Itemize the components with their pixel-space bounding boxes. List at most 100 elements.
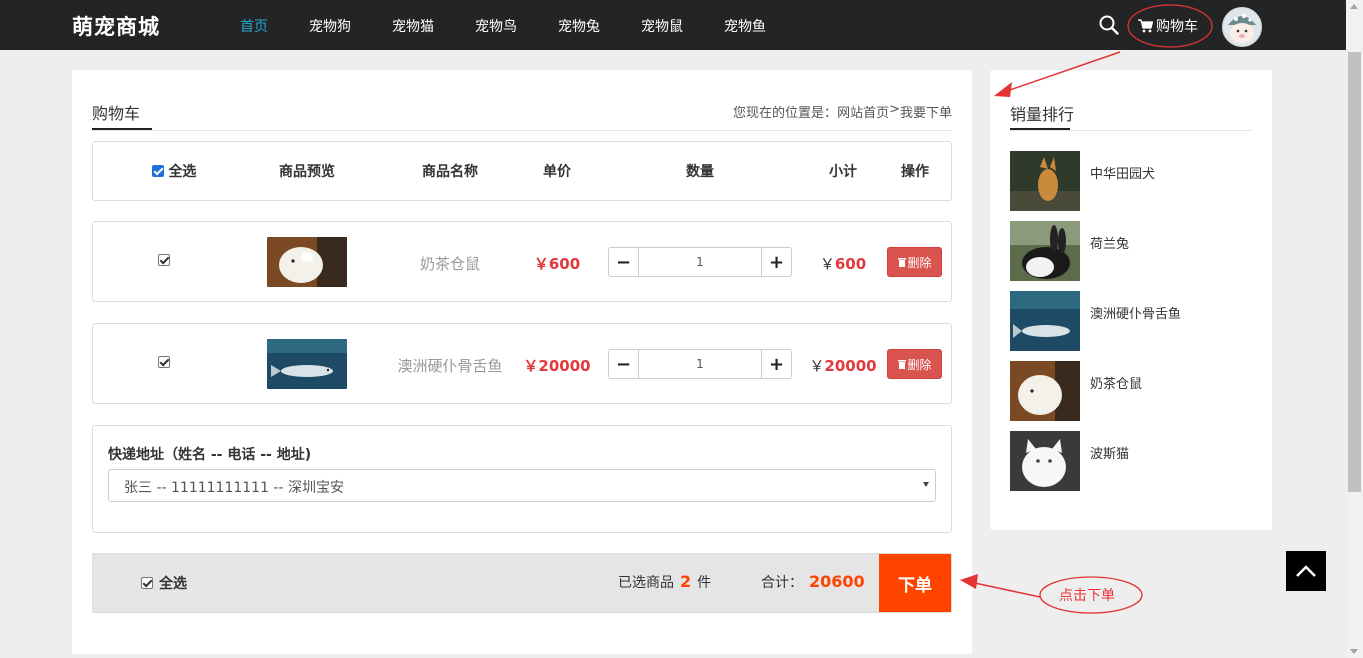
hamster-image <box>1010 361 1080 421</box>
unit-price: ￥600 <box>533 255 581 273</box>
scroll-up-arrow-icon[interactable] <box>1350 4 1358 9</box>
qty-plus-button[interactable]: + <box>761 349 792 379</box>
delete-button[interactable]: 删除 <box>887 247 942 277</box>
selected-prefix: 已选商品 <box>618 575 674 591</box>
breadcrumb-home[interactable]: 网站首页 <box>837 102 889 121</box>
top-navbar: 萌宠商城 首页 宠物狗 宠物猫 宠物鸟 宠物兔 宠物鼠 宠物鱼 购物车 <box>0 0 1363 50</box>
subtotal-value: 600 <box>834 255 867 273</box>
title-divider <box>1010 130 1252 131</box>
footer-select-all-checkbox[interactable] <box>141 577 153 589</box>
breadcrumb: 您现在的位置是： 网站首页 > 我要下单 <box>733 102 952 121</box>
ranking-item[interactable]: 荷兰兔 <box>1010 221 1250 281</box>
qty-plus-button[interactable]: + <box>761 247 792 277</box>
address-selected-value: 张三 -- 11111111111 -- 深圳宝安 <box>124 480 344 496</box>
selected-count: 已选商品 2 件 <box>618 572 711 592</box>
main-nav: 首页 宠物狗 宠物猫 宠物鸟 宠物兔 宠物鼠 宠物鱼 <box>240 16 807 36</box>
scroll-down-arrow-icon[interactable] <box>1350 649 1358 654</box>
ranking-item-name: 荷兰兔 <box>1090 237 1130 252</box>
address-section: 快递地址（姓名 -- 电话 -- 地址) 张三 -- 11111111111 -… <box>92 425 952 533</box>
address-select[interactable]: 张三 -- 11111111111 -- 深圳宝安 <box>108 469 936 502</box>
selected-count-value: 2 <box>680 572 692 591</box>
search-icon[interactable] <box>1098 14 1120 36</box>
total-label: 合计： <box>761 575 803 591</box>
selected-unit: 件 <box>697 575 712 591</box>
cart-table-header: 全选 商品预览 商品名称 单价 数量 小计 操作 <box>92 141 952 201</box>
delete-button[interactable]: 删除 <box>887 349 942 379</box>
ranking-item[interactable]: 澳洲硬仆骨舌鱼 <box>1010 291 1250 351</box>
dog-image <box>1010 151 1080 211</box>
header-qty: 数量 <box>686 164 714 180</box>
header-subtotal: 小计 <box>829 164 857 180</box>
qty-minus-button[interactable]: − <box>608 349 639 379</box>
page-scrollbar[interactable] <box>1346 0 1363 658</box>
total-value: 20600 <box>809 572 865 591</box>
delete-label: 删除 <box>907 357 932 372</box>
address-label: 快递地址（姓名 -- 电话 -- 地址) <box>108 447 312 463</box>
cart-label: 购物车 <box>1156 19 1198 35</box>
order-total: 合计： 20600 <box>761 572 865 592</box>
ranking-item-name: 波斯猫 <box>1090 447 1130 462</box>
nav-rabbits[interactable]: 宠物兔 <box>558 16 600 36</box>
sales-ranking-title: 销量排行 <box>1010 105 1075 124</box>
qty-minus-button[interactable]: − <box>608 247 639 277</box>
trash-icon <box>898 258 907 267</box>
rabbit-image <box>1010 221 1080 281</box>
currency-sign: ￥ <box>819 255 835 273</box>
header-name: 商品名称 <box>422 164 478 180</box>
qty-input[interactable] <box>639 247 761 277</box>
nav-cats[interactable]: 宠物猫 <box>392 16 434 36</box>
breadcrumb-separator: > <box>889 102 900 117</box>
scroll-thumb[interactable] <box>1348 52 1361 492</box>
site-logo[interactable]: 萌宠商城 <box>72 11 160 41</box>
cart-title: 购物车 <box>92 104 141 123</box>
title-divider <box>92 130 952 131</box>
row-subtotal: ￥20000 <box>803 355 883 376</box>
arowana-fish-image[interactable] <box>267 339 347 389</box>
cart-icon <box>1138 19 1153 33</box>
product-name[interactable]: 澳洲硬仆骨舌鱼 <box>390 355 510 376</box>
qty-input[interactable] <box>639 349 761 379</box>
quantity-stepper: − + <box>608 247 792 277</box>
back-to-top-button[interactable] <box>1286 551 1326 591</box>
row-checkbox[interactable] <box>157 253 171 269</box>
checkout-bar: 全选 已选商品 2 件 合计： 20600 下单 <box>92 553 952 613</box>
ranking-item[interactable]: 奶茶仓鼠 <box>1010 361 1250 421</box>
nav-dogs[interactable]: 宠物狗 <box>309 16 351 36</box>
footer-select-all[interactable]: 全选 <box>141 573 187 593</box>
nav-birds[interactable]: 宠物鸟 <box>475 16 517 36</box>
user-avatar[interactable] <box>1222 7 1262 47</box>
product-name[interactable]: 奶茶仓鼠 <box>390 253 510 274</box>
annotation-arrow-to-order <box>969 581 1041 598</box>
ranking-item-name: 奶茶仓鼠 <box>1090 377 1143 392</box>
hamster-image[interactable] <box>267 237 347 287</box>
persian-cat-image <box>1010 431 1080 491</box>
ranking-item-name: 中华田园犬 <box>1090 167 1156 182</box>
ranking-item[interactable]: 波斯猫 <box>1010 431 1250 491</box>
subtotal-value: 20000 <box>824 357 877 375</box>
cart-link[interactable]: 购物车 <box>1138 16 1198 36</box>
header-preview: 商品预览 <box>279 164 335 180</box>
footer-select-all-label: 全选 <box>159 576 187 592</box>
select-all-label: 全选 <box>168 164 197 180</box>
nav-mice[interactable]: 宠物鼠 <box>641 16 683 36</box>
chevron-up-icon <box>1296 565 1316 577</box>
cart-row: 澳洲硬仆骨舌鱼 ￥20000 − + ￥20000 删除 <box>92 323 952 404</box>
cart-panel: 购物车 您现在的位置是： 网站首页 > 我要下单 全选 商品预览 商品名称 单价… <box>72 70 972 654</box>
arowana-fish-image <box>1010 291 1080 351</box>
annotation-callout-text: 点击下单 <box>1059 588 1115 604</box>
breadcrumb-current: 我要下单 <box>899 106 952 121</box>
select-all-checkbox[interactable] <box>151 165 164 177</box>
header-select-all[interactable]: 全选 <box>139 161 209 181</box>
nav-home[interactable]: 首页 <box>240 16 268 36</box>
place-order-button[interactable]: 下单 <box>879 554 951 612</box>
trash-icon <box>898 360 907 369</box>
delete-label: 删除 <box>907 255 932 270</box>
breadcrumb-prefix: 您现在的位置是： <box>733 106 838 121</box>
row-checkbox[interactable] <box>157 355 171 371</box>
sales-ranking-panel: 销量排行 中华田园犬 荷兰兔 澳洲硬仆骨舌鱼 奶茶仓鼠 波斯猫 <box>990 70 1272 530</box>
unit-price: ￥20000 <box>523 357 591 375</box>
nav-fish[interactable]: 宠物鱼 <box>724 16 766 36</box>
ranking-item[interactable]: 中华田园犬 <box>1010 151 1250 211</box>
quantity-stepper: − + <box>608 349 792 379</box>
row-subtotal: ￥600 <box>813 253 873 274</box>
